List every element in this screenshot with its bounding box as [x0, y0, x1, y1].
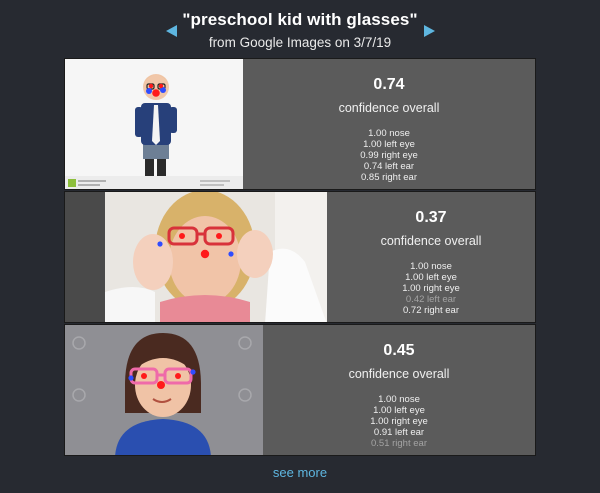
keypoint-score-right-ear: 0.51 right ear	[371, 438, 427, 449]
next-arrow-icon[interactable]	[424, 25, 435, 37]
keypoint-score-nose: 1.00 nose	[378, 394, 420, 405]
result-card-2: 0.37 confidence overall 1.00 nose 1.00 l…	[64, 191, 536, 323]
confidence-label: confidence overall	[338, 101, 440, 115]
see-more-link[interactable]: see more	[0, 465, 600, 480]
result-card-3: 0.45 confidence overall 1.00 nose 1.00 l…	[64, 324, 536, 456]
keypoint-score-left-ear: 0.74 left ear	[363, 161, 415, 172]
keypoint-score-nose: 1.00 nose	[368, 128, 410, 139]
keypoint-score-left-ear: 0.42 left ear	[405, 294, 457, 305]
keypoint-score-left-eye: 1.00 left eye	[373, 405, 425, 416]
keypoint-score-nose: 1.00 nose	[410, 261, 452, 272]
result-image-2	[65, 192, 327, 322]
keypoint-score-right-ear: 0.85 right ear	[361, 172, 417, 183]
keypoint-scores: 1.00 nose 1.00 left eye 1.00 right eye 0…	[263, 394, 535, 449]
result-image-3	[65, 325, 263, 455]
confidence-value: 0.37	[415, 209, 447, 226]
search-query-title: "preschool kid with glasses"	[182, 10, 418, 29]
keypoint-score-right-eye: 1.00 right eye	[370, 416, 428, 427]
keypoint-score-left-eye: 1.00 left eye	[405, 272, 457, 283]
keypoint-score-right-eye: 0.99 right eye	[360, 150, 418, 161]
confidence-label: confidence overall	[380, 234, 482, 248]
result-card-1: 0.74 confidence overall 1.00 nose 1.00 l…	[64, 58, 536, 190]
result-image-1	[65, 59, 243, 189]
confidence-value: 0.45	[383, 342, 415, 359]
source-subtitle: from Google Images on 3/7/19	[208, 35, 392, 50]
confidence-label: confidence overall	[348, 367, 450, 381]
keypoint-score-left-ear: 0.91 left ear	[373, 427, 425, 438]
result-stats-1: 0.74 confidence overall 1.00 nose 1.00 l…	[243, 59, 535, 189]
keypoint-score-right-eye: 1.00 right eye	[402, 283, 460, 294]
confidence-value: 0.74	[373, 76, 405, 93]
result-stats-2: 0.37 confidence overall 1.00 nose 1.00 l…	[327, 192, 535, 322]
header: "preschool kid with glasses" from Google…	[0, 0, 600, 58]
keypoint-score-left-eye: 1.00 left eye	[363, 139, 415, 150]
keypoint-scores: 1.00 nose 1.00 left eye 1.00 right eye 0…	[327, 261, 535, 316]
keypoint-score-right-ear: 0.72 right ear	[403, 305, 459, 316]
keypoint-scores: 1.00 nose 1.00 left eye 0.99 right eye 0…	[243, 128, 535, 183]
result-stats-3: 0.45 confidence overall 1.00 nose 1.00 l…	[263, 325, 535, 455]
